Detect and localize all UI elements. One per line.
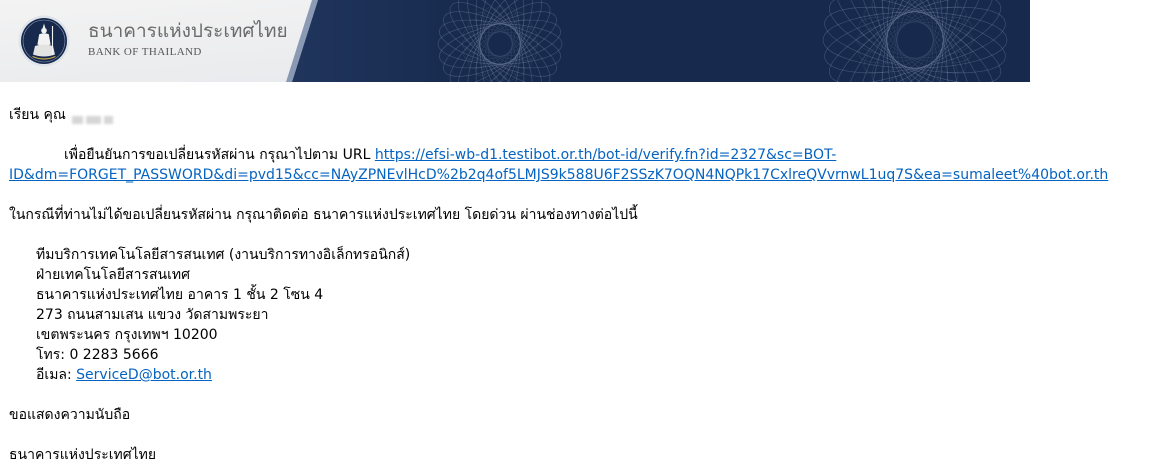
bank-name-thai: ธนาคารแห่งประเทศไทย — [88, 20, 288, 42]
contact-team: ทีมบริการเทคโนโลยีสารสนเทศ (งานบริการทาง… — [36, 247, 411, 263]
signature-text: ธนาคารแห่งประเทศไทย — [9, 447, 157, 463]
redaction-block — [72, 116, 84, 124]
phone-number: 0 2283 5666 — [69, 347, 159, 363]
contact-address-block: ทีมบริการเทคโนโลยีสารสนเทศ (งานบริการทาง… — [9, 245, 1108, 385]
greeting-line: เรียน คุณ — [9, 105, 1108, 125]
verify-url-link-part1[interactable]: https://efsi-wb-d1.testibot.or.th/bot-id… — [375, 147, 836, 163]
redaction-block — [86, 116, 102, 124]
bank-logo-wordmark: ธนาคารแห่งประเทศไทย BANK OF THAILAND — [88, 19, 288, 59]
verify-instruction-text: เพื่อยืนยันการขอเปลี่ยนรหัสผ่าน กรุณาไปต… — [64, 147, 371, 163]
greeting-text: เรียน คุณ — [9, 107, 66, 123]
contact-email-line: อีเมล: ServiceD@bot.or.th — [36, 365, 1108, 385]
contact-department: ฝ่ายเทคโนโลยีสารสนเทศ — [36, 267, 190, 283]
email-label: อีเมล: — [36, 367, 72, 383]
contact-street: 273 ถนนสามเสน แขวง วัดสามพระยา — [36, 307, 269, 323]
contact-phone-line: โทร: 0 2283 5666 — [36, 345, 1108, 365]
contact-district: เขตพระนคร กรุงเทพฯ 10200 — [36, 327, 218, 343]
verify-instruction-line: เพื่อยืนยันการขอเปลี่ยนรหัสผ่าน กรุณาไปต… — [9, 145, 1108, 165]
redacted-recipient-name — [72, 110, 116, 124]
email-body: เรียน คุณ เพื่อยืนยันการขอเปลี่ยนรหัสผ่า… — [9, 105, 1108, 465]
bank-of-thailand-emblem-icon — [18, 15, 70, 67]
bank-name-english: BANK OF THAILAND — [88, 46, 202, 58]
verify-url-continuation-line: ID&dm=FORGET_PASSWORD&di=pvd15&cc=NAyZPN… — [9, 165, 1108, 185]
redaction-block — [104, 116, 114, 124]
contact-building: ธนาคารแห่งประเทศไทย อาคาร 1 ชั้น 2 โซน 4 — [36, 287, 324, 303]
bank-header-banner: ธนาคารแห่งประเทศไทย BANK OF THAILAND — [0, 0, 1030, 82]
closing-text: ขอแสดงความนับถือ — [9, 407, 131, 423]
contact-intro-line: ในกรณีที่ท่านไม่ได้ขอเปลี่ยนรหัสผ่าน กรุ… — [9, 207, 638, 223]
contact-email-link[interactable]: ServiceD@bot.or.th — [76, 367, 212, 383]
verify-url-link-part2[interactable]: ID&dm=FORGET_PASSWORD&di=pvd15&cc=NAyZPN… — [9, 167, 1108, 183]
phone-label: โทร: — [36, 347, 65, 363]
